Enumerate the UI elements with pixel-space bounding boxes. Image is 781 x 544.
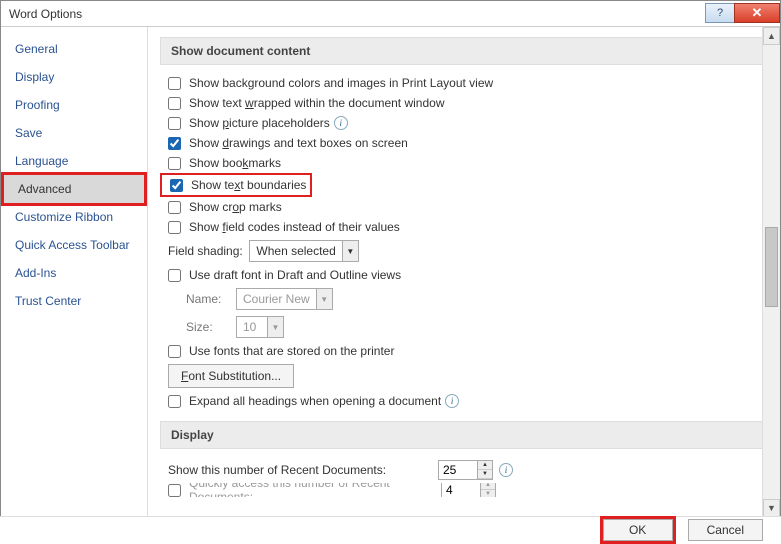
window-buttons: ? ✕ [705, 1, 780, 26]
sidebar-item-trust-center[interactable]: Trust Center [1, 287, 147, 315]
label-expand: Expand all headings when opening a docum… [189, 394, 441, 408]
label-bg: Show background colors and images in Pri… [189, 76, 493, 90]
label-field: Show field codes instead of their values [189, 220, 400, 234]
label-recent: Show this number of Recent Documents: [168, 463, 438, 477]
info-icon[interactable]: i [499, 463, 513, 477]
scroll-down-icon[interactable]: ▼ [763, 499, 780, 517]
opt-drawings[interactable]: Show drawings and text boxes on screen [160, 133, 768, 153]
ok-button[interactable]: OK [603, 519, 673, 541]
sidebar-item-general[interactable]: General [1, 35, 147, 63]
spin-down-icon[interactable]: ▼ [478, 470, 492, 479]
help-button[interactable]: ? [705, 3, 735, 23]
close-button[interactable]: ✕ [734, 3, 780, 23]
label-pict: Show picture placeholders [189, 116, 330, 130]
label-bookmarks: Show bookmarks [189, 156, 281, 170]
spin-quick: ▲▼ [441, 483, 496, 497]
input-quick [442, 483, 480, 497]
checkbox-draft[interactable] [168, 269, 181, 282]
label-crop: Show crop marks [189, 200, 282, 214]
sidebar-item-quick-access[interactable]: Quick Access Toolbar [1, 231, 147, 259]
checkbox-expand[interactable] [168, 395, 181, 408]
label-text-boundaries: Show text boundaries [191, 178, 306, 192]
category-sidebar: General Display Proofing Save Language A… [1, 27, 148, 517]
opt-bookmarks[interactable]: Show bookmarks [160, 153, 768, 173]
opt-font-name: Name:Courier New▼ [178, 285, 768, 313]
options-panel: Show document content Show background co… [148, 27, 780, 517]
checkbox-bg[interactable] [168, 77, 181, 90]
opt-recent-docs: Show this number of Recent Documents: ▲▼… [160, 457, 768, 483]
sidebar-item-language[interactable]: Language [1, 147, 147, 175]
sidebar-item-addins[interactable]: Add-Ins [1, 259, 147, 287]
select-font-name: Courier New▼ [236, 288, 333, 310]
checkbox-quick [168, 484, 181, 497]
chevron-down-icon: ▼ [316, 289, 332, 309]
checkbox-field[interactable] [168, 221, 181, 234]
label-printer: Use fonts that are stored on the printer [189, 344, 394, 358]
info-icon[interactable]: i [334, 116, 348, 130]
label-shading: Field shading: [168, 244, 243, 258]
checkbox-bookmarks[interactable] [168, 157, 181, 170]
sidebar-item-proofing[interactable]: Proofing [1, 91, 147, 119]
label-quick: Quickly access this number of Recent Doc… [189, 483, 441, 497]
opt-text-wrapped[interactable]: Show text wrapped within the document wi… [160, 93, 768, 113]
opt-background-colors[interactable]: Show background colors and images in Pri… [160, 73, 768, 93]
opt-field-shading: Field shading: When selected▼ [160, 237, 768, 265]
scroll-thumb[interactable] [765, 227, 778, 307]
sidebar-item-save[interactable]: Save [1, 119, 147, 147]
titlebar: Word Options ? ✕ [1, 1, 780, 27]
sidebar-item-customize-ribbon[interactable]: Customize Ribbon [1, 203, 147, 231]
scroll-up-icon[interactable]: ▲ [763, 27, 780, 45]
input-recent[interactable] [439, 461, 477, 479]
spin-recent[interactable]: ▲▼ [438, 460, 493, 480]
select-font-size: 10▼ [236, 316, 284, 338]
checkbox-pict[interactable] [168, 117, 181, 130]
row-font-substitution: Font Substitution... [160, 361, 768, 391]
label-draft: Use draft font in Draft and Outline view… [189, 268, 401, 282]
font-substitution-button[interactable]: Font Substitution... [168, 364, 294, 388]
checkbox-drawings[interactable] [168, 137, 181, 150]
checkbox-printer[interactable] [168, 345, 181, 358]
label-wrap: Show text wrapped within the document wi… [189, 96, 444, 110]
label-size: Size: [186, 320, 236, 334]
spin-up-icon[interactable]: ▲ [478, 461, 492, 470]
info-icon[interactable]: i [445, 394, 459, 408]
opt-expand-headings[interactable]: Expand all headings when opening a docum… [160, 391, 768, 411]
opt-crop-marks[interactable]: Show crop marks [160, 197, 768, 217]
sidebar-item-display[interactable]: Display [1, 63, 147, 91]
label-name: Name: [186, 292, 236, 306]
opt-font-size: Size:10▼ [178, 313, 768, 341]
opt-picture-placeholders[interactable]: Show picture placeholders i [160, 113, 768, 133]
checkbox-crop[interactable] [168, 201, 181, 214]
checkbox-text-boundaries[interactable] [170, 179, 183, 192]
cancel-button[interactable]: Cancel [688, 519, 763, 541]
chevron-down-icon: ▼ [267, 317, 283, 337]
label-drawings: Show drawings and text boxes on screen [189, 136, 408, 150]
vertical-scrollbar[interactable]: ▲ ▼ [762, 27, 780, 517]
opt-quick-recent: Quickly access this number of Recent Doc… [160, 483, 768, 497]
section-show-document-content: Show document content [160, 37, 768, 65]
select-field-shading[interactable]: When selected▼ [249, 240, 358, 262]
chevron-down-icon[interactable]: ▼ [342, 241, 358, 261]
opt-draft-font[interactable]: Use draft font in Draft and Outline view… [160, 265, 768, 285]
dialog-footer: OK Cancel [0, 516, 781, 543]
section-display: Display [160, 421, 768, 449]
checkbox-wrap[interactable] [168, 97, 181, 110]
opt-field-codes[interactable]: Show field codes instead of their values [160, 217, 768, 237]
opt-printer-fonts[interactable]: Use fonts that are stored on the printer [160, 341, 768, 361]
window-title: Word Options [9, 7, 705, 21]
opt-text-boundaries[interactable]: Show text boundaries [160, 173, 312, 197]
sidebar-item-advanced[interactable]: Advanced [4, 175, 144, 203]
